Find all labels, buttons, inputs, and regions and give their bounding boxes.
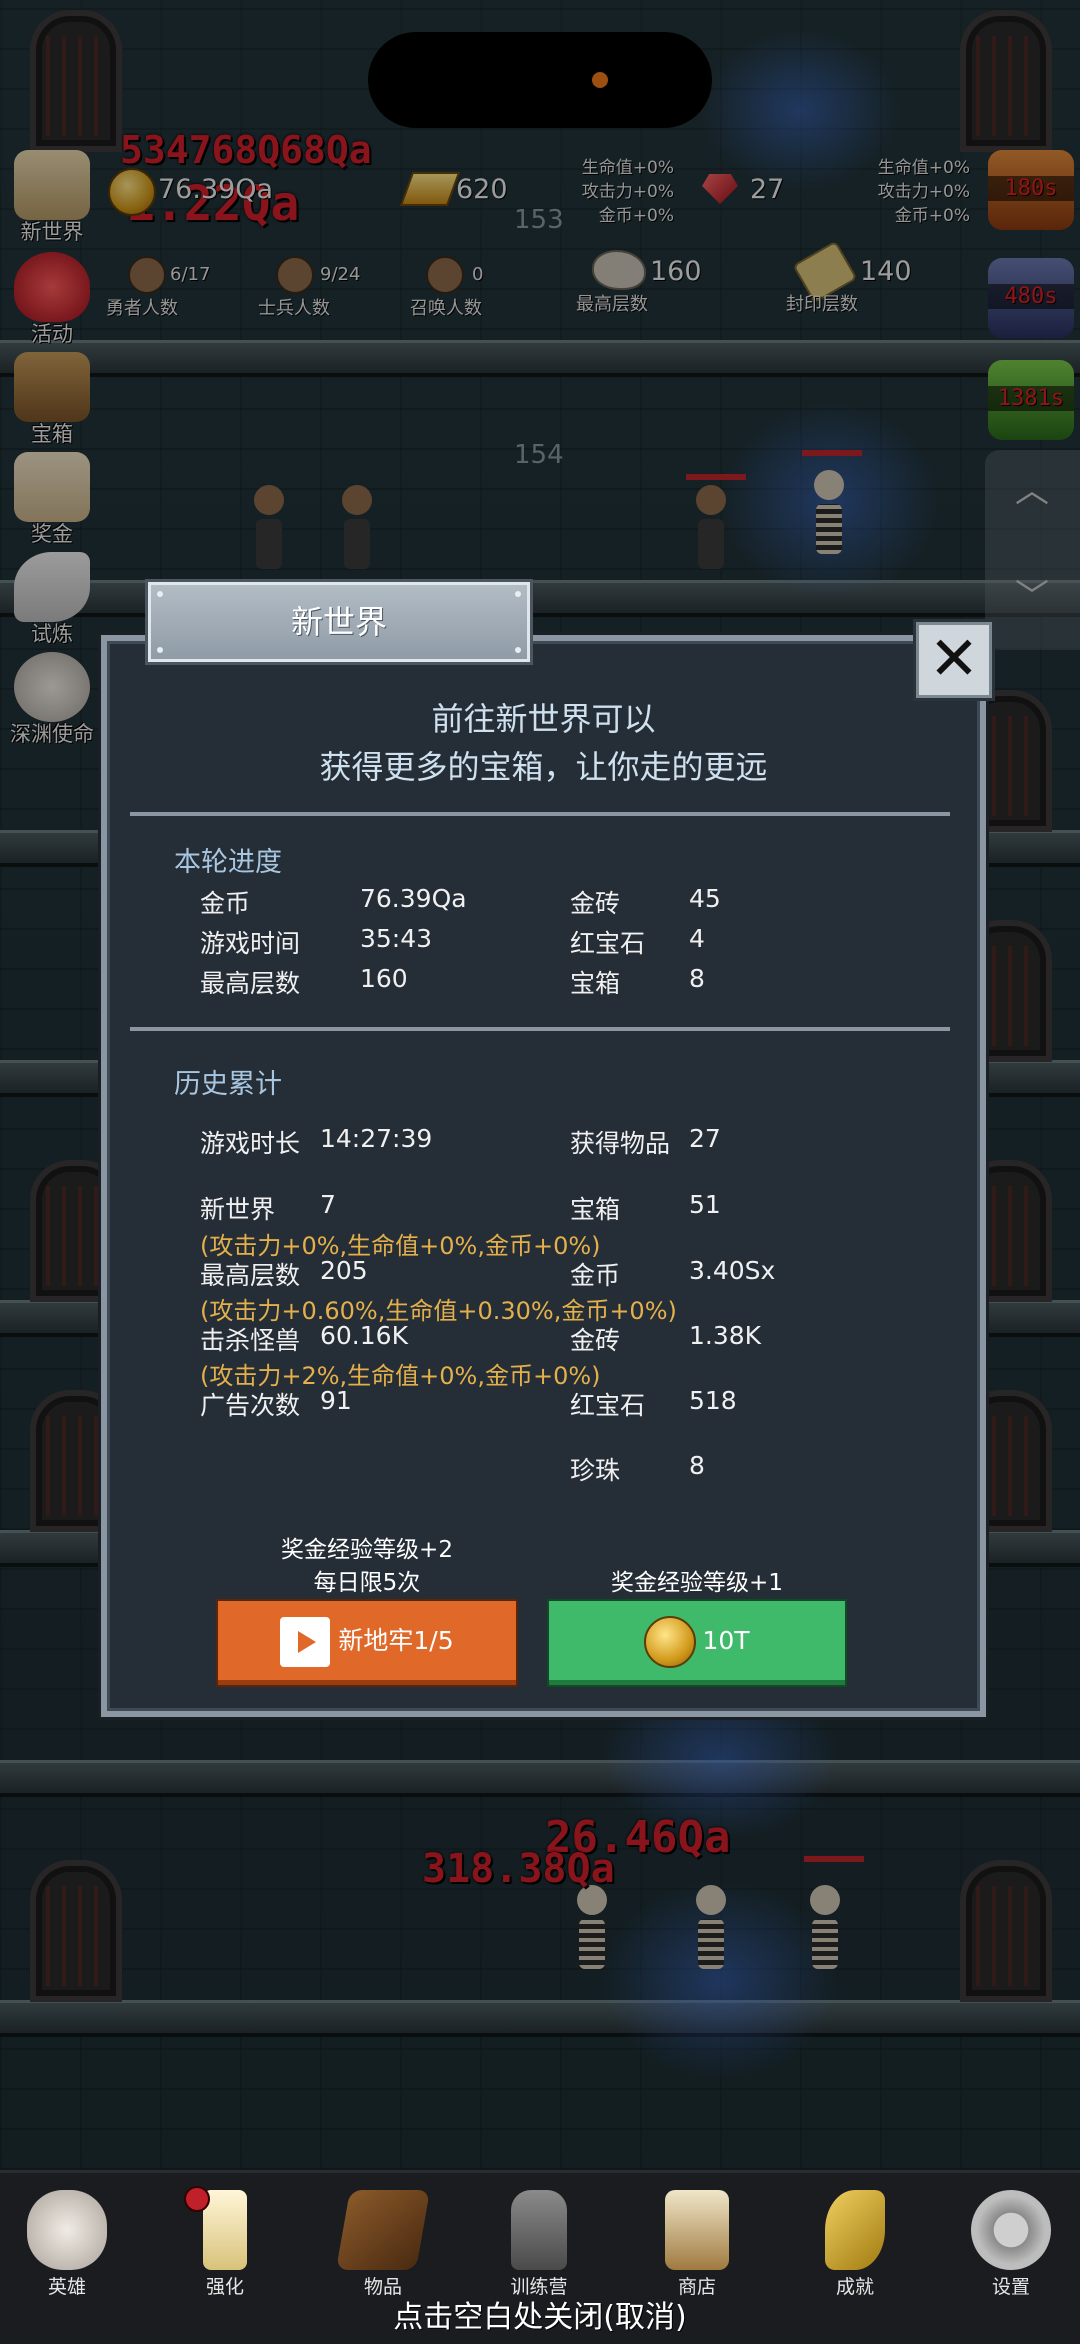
skull-icon — [27, 2190, 107, 2270]
history-ads-value: 91 — [320, 1386, 352, 1415]
round-goldbar-value: 45 — [689, 884, 721, 913]
history-gold-value: 3.40Sx — [689, 1256, 776, 1285]
divider — [130, 1027, 950, 1031]
round-goldbar-label: 金砖 — [570, 889, 621, 918]
history-ruby-label: 红宝石 — [570, 1391, 646, 1420]
book-icon — [335, 2190, 431, 2270]
history-pearl-label: 珍珠 — [570, 1456, 621, 1485]
history-heading: 历史累计 — [174, 1069, 282, 1100]
round-time-label: 游戏时间 — [200, 929, 301, 958]
rivet — [515, 591, 521, 597]
divider — [130, 812, 950, 816]
gear-icon — [971, 2190, 1051, 2270]
notification-dot — [184, 2186, 210, 2212]
new-world-gold-button[interactable]: 10T — [549, 1601, 845, 1685]
round-gold-value: 76.39Qa — [360, 884, 467, 913]
mug-icon — [665, 2190, 729, 2270]
nav-achievements[interactable]: 成就 — [800, 2190, 910, 2300]
history-chest-value: 51 — [689, 1190, 721, 1219]
new-world-gold-price: 10T — [702, 1626, 750, 1655]
round-maxfloor-label: 最高层数 — [200, 969, 301, 998]
history-ruby-value: 518 — [689, 1386, 737, 1415]
new-dungeon-ad-label: 新地牢1/5 — [338, 1626, 454, 1655]
lantern-icon — [511, 2190, 567, 2270]
round-gold-label: 金币 — [200, 889, 251, 918]
nav-shop[interactable]: 商店 — [642, 2190, 752, 2300]
round-ruby-value: 4 — [689, 924, 705, 953]
rivet — [157, 647, 163, 653]
history-items-value: 27 — [689, 1124, 721, 1153]
round-maxfloor-value: 160 — [360, 964, 408, 993]
key-icon — [825, 2190, 885, 2270]
round-chest-label: 宝箱 — [570, 969, 621, 998]
nav-training[interactable]: 训练营 — [484, 2190, 594, 2300]
dialog-headline-2: 获得更多的宝箱，让你走的更远 — [319, 748, 768, 786]
tap-to-close-hint[interactable]: 点击空白处关闭(取消) — [0, 2292, 1080, 2336]
history-duration-label: 游戏时长 — [200, 1129, 301, 1158]
ad-bonus-hint: 奖金经验等级+2 — [281, 1537, 453, 1563]
history-kills-value: 60.16K — [320, 1321, 408, 1350]
rivet — [515, 647, 521, 653]
history-pearl-value: 8 — [689, 1451, 705, 1480]
history-kills-label: 击杀怪兽 — [200, 1326, 301, 1355]
video-play-icon — [280, 1617, 331, 1667]
history-items-label: 获得物品 — [570, 1129, 671, 1158]
history-maxfloor-value: 205 — [320, 1256, 368, 1285]
history-goldbar-value: 1.38K — [689, 1321, 762, 1350]
history-chest-label: 宝箱 — [570, 1195, 621, 1224]
dialog-title: 新世界 — [290, 603, 387, 641]
history-maxfloor-label: 最高层数 — [200, 1261, 301, 1290]
nav-items[interactable]: 物品 — [328, 2190, 438, 2300]
nav-heroes[interactable]: 英雄 — [12, 2190, 122, 2300]
gold-coin-icon — [644, 1616, 697, 1668]
history-ads-label: 广告次数 — [200, 1391, 301, 1420]
round-progress-heading: 本轮进度 — [174, 847, 282, 878]
gold-bonus-hint: 奖金经验等级+1 — [611, 1570, 783, 1596]
rivet — [157, 591, 163, 597]
dialog-title-plate: 新世界 — [148, 582, 530, 662]
history-duration-value: 14:27:39 — [320, 1124, 433, 1153]
daily-limit-hint: 每日限5次 — [313, 1570, 421, 1596]
close-icon[interactable]: ✕ — [916, 622, 992, 698]
round-ruby-label: 红宝石 — [570, 929, 646, 958]
new-dungeon-ad-button[interactable]: 新地牢1/5 — [218, 1601, 516, 1685]
round-time-value: 35:43 — [360, 924, 433, 953]
history-newworld-label: 新世界 — [200, 1195, 276, 1224]
nav-settings[interactable]: 设置 — [956, 2190, 1066, 2300]
dialog-headline-1: 前往新世界可以 — [431, 700, 656, 738]
history-goldbar-label: 金砖 — [570, 1326, 621, 1355]
round-chest-value: 8 — [689, 964, 705, 993]
history-gold-label: 金币 — [570, 1261, 621, 1290]
history-newworld-value: 7 — [320, 1190, 336, 1219]
